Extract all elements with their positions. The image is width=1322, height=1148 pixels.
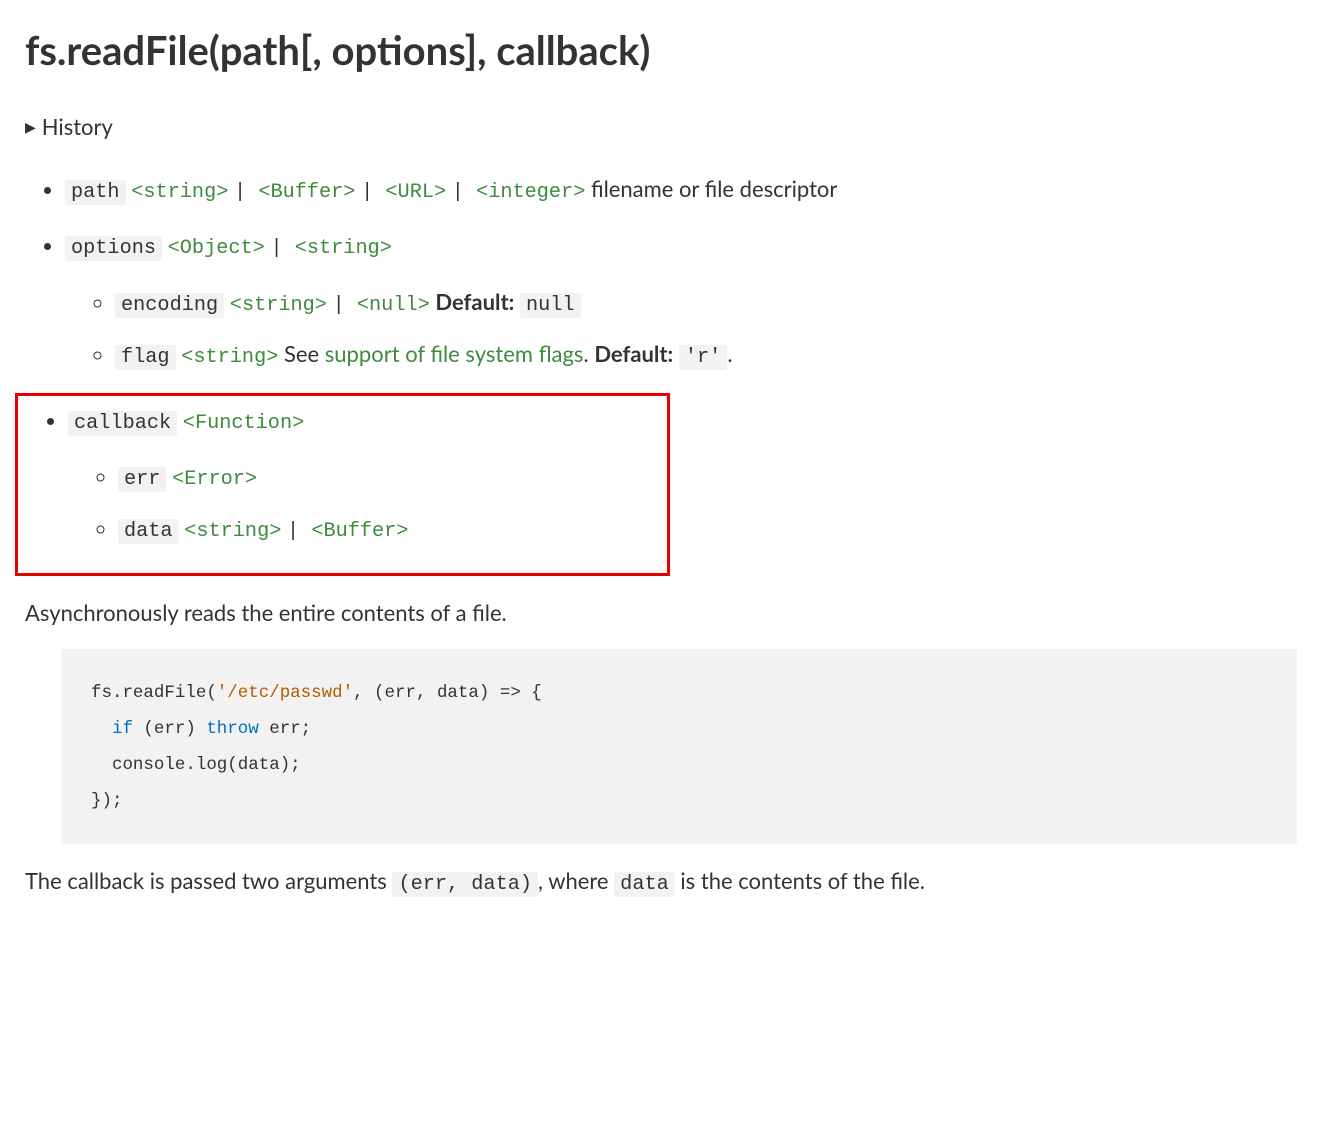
type-integer[interactable]: <integer> bbox=[476, 181, 585, 204]
param-name: flag bbox=[115, 345, 176, 370]
history-label: History bbox=[42, 110, 113, 143]
type-null[interactable]: <null> bbox=[357, 294, 430, 317]
options-sublist: encoding <string> | <null> Default: null… bbox=[65, 284, 1297, 375]
param-desc: filename or file descriptor bbox=[591, 175, 837, 202]
code-example: fs.readFile('/etc/passwd', (err, data) =… bbox=[61, 649, 1297, 844]
see-text: See bbox=[284, 340, 325, 367]
default-label: Default: bbox=[594, 340, 673, 367]
type-string[interactable]: <string> bbox=[131, 181, 228, 204]
type-object[interactable]: <Object> bbox=[168, 237, 265, 260]
method-heading: fs.readFile(path[, options], callback) bbox=[25, 20, 1297, 80]
callback-sublist: err <Error> data <string> | <Buffer> bbox=[68, 458, 667, 549]
param-name: callback bbox=[68, 411, 177, 436]
pipe: | bbox=[333, 294, 357, 317]
default-value: 'r' bbox=[679, 345, 727, 370]
param-options: options <Object> | <string> encoding <st… bbox=[65, 227, 1297, 374]
type-function[interactable]: <Function> bbox=[183, 412, 304, 435]
type-error[interactable]: <Error> bbox=[172, 468, 257, 491]
type-url[interactable]: <URL> bbox=[385, 181, 446, 204]
type-string[interactable]: <string> bbox=[181, 346, 278, 369]
param-name: err bbox=[118, 467, 166, 492]
type-buffer[interactable]: <Buffer> bbox=[311, 520, 408, 543]
param-name: data bbox=[118, 519, 179, 544]
pipe: | bbox=[361, 181, 385, 204]
pipe: | bbox=[270, 237, 294, 260]
inline-code: (err, data) bbox=[392, 872, 538, 897]
param-path: path <string> | <Buffer> | <URL> | <inte… bbox=[65, 171, 1297, 209]
flags-link[interactable]: support of file system flags bbox=[325, 340, 584, 367]
type-string[interactable]: <string> bbox=[184, 520, 281, 543]
history-toggle[interactable]: ▶ History bbox=[25, 110, 1297, 143]
type-string[interactable]: <string> bbox=[230, 294, 327, 317]
triangle-right-icon: ▶ bbox=[25, 116, 36, 137]
highlight-box: callback <Function> err <Error> data <st… bbox=[15, 393, 670, 576]
parameter-list: path <string> | <Buffer> | <URL> | <inte… bbox=[25, 171, 1297, 375]
param-name: encoding bbox=[115, 293, 224, 318]
pipe: | bbox=[287, 520, 311, 543]
inline-code: data bbox=[614, 872, 675, 897]
period: . bbox=[583, 340, 588, 367]
default-label: Default: bbox=[435, 288, 514, 315]
param-name: path bbox=[65, 180, 126, 205]
param-callback: callback <Function> err <Error> data <st… bbox=[68, 402, 667, 549]
description-1: Asynchronously reads the entire contents… bbox=[25, 596, 1297, 629]
description-2: The callback is passed two arguments (er… bbox=[25, 864, 1297, 900]
param-flag: flag <string> See support of file system… bbox=[115, 336, 1297, 374]
default-value: null bbox=[520, 293, 581, 318]
param-data: data <string> | <Buffer> bbox=[118, 510, 667, 548]
param-name: options bbox=[65, 236, 162, 261]
period: . bbox=[727, 340, 732, 367]
param-err: err <Error> bbox=[118, 458, 667, 496]
pipe: | bbox=[234, 181, 258, 204]
type-string[interactable]: <string> bbox=[295, 237, 392, 260]
type-buffer[interactable]: <Buffer> bbox=[258, 181, 355, 204]
pipe: | bbox=[452, 181, 476, 204]
parameter-list-callback: callback <Function> err <Error> data <st… bbox=[28, 402, 667, 549]
param-encoding: encoding <string> | <null> Default: null bbox=[115, 284, 1297, 322]
